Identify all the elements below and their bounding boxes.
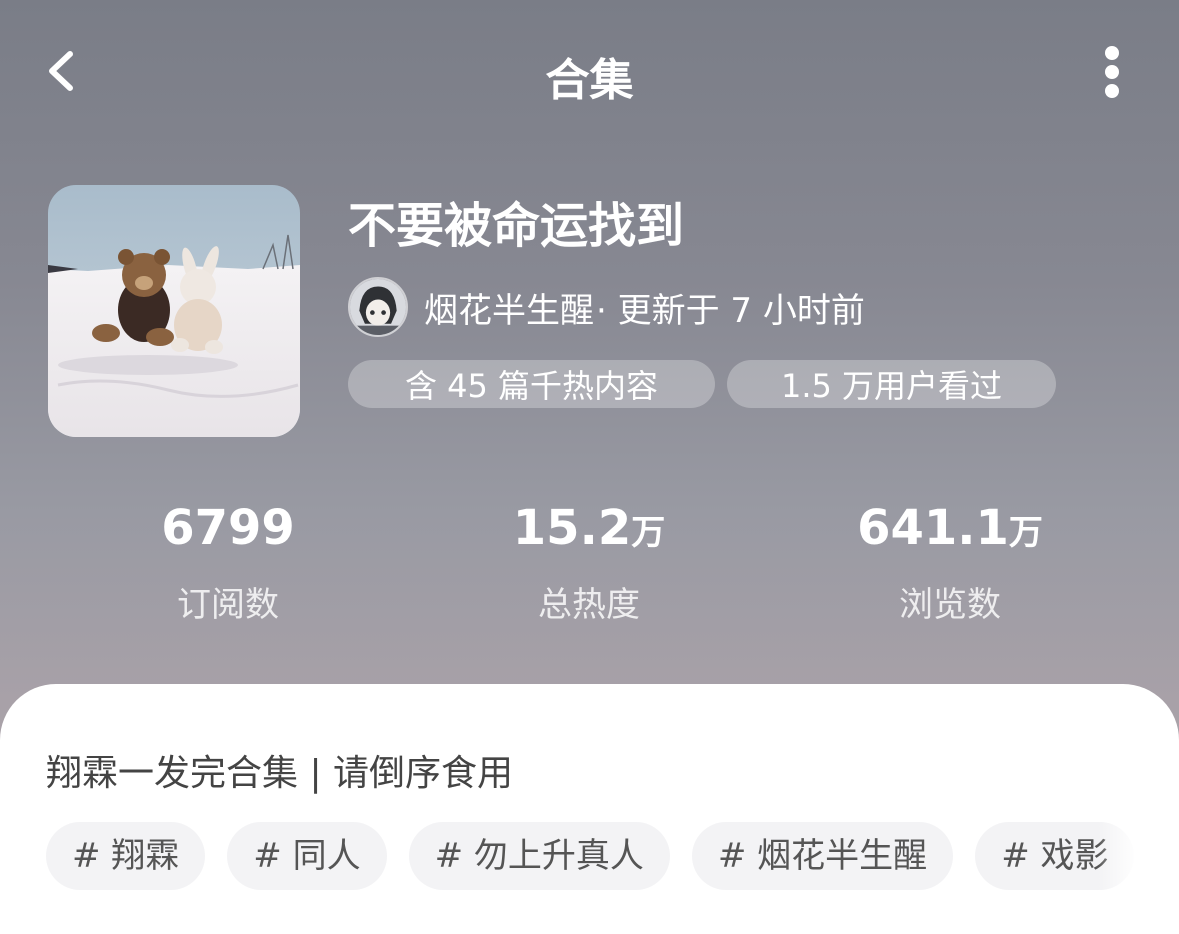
posts-count-badge: 含 45 篇千热内容 <box>348 360 715 408</box>
more-vertical-icon <box>1105 46 1119 60</box>
more-button[interactable] <box>1096 44 1130 100</box>
page-title: 合集 <box>545 55 634 106</box>
tag-chip[interactable]: # 翔霖 <box>46 822 206 890</box>
tag-list-fade <box>1098 822 1138 890</box>
more-dot <box>1105 84 1119 98</box>
heat-value: 15.2 <box>512 500 632 556</box>
stat-value: 15.2万 <box>429 498 749 563</box>
collection-title: 不要被命运找到 <box>348 198 685 254</box>
tag-chip[interactable]: # 勿上升真人 <box>408 822 670 890</box>
content-sheet <box>0 684 1179 934</box>
subscribers-value: 6799 <box>161 500 295 556</box>
tag-list: # 翔霖 # 同人 # 勿上升真人 # 烟花半生醒 # 戏影 <box>46 822 1138 890</box>
collection-cover-image[interactable] <box>48 185 300 437</box>
views-label: 浏览数 <box>899 585 1001 625</box>
stat-heat: 15.2万 总热度 <box>429 498 749 626</box>
collection-description: 翔霖一发完合集 | 请倒序食用 <box>46 753 514 794</box>
viewers-count-badge: 1.5 万用户看过 <box>727 360 1056 408</box>
heat-label: 总热度 <box>538 585 640 625</box>
stat-views: 641.1万 浏览数 <box>790 498 1110 626</box>
tag-chip[interactable]: # 同人 <box>227 822 387 890</box>
avatar[interactable] <box>348 277 408 337</box>
stat-subscribers: 6799 订阅数 <box>68 498 388 626</box>
top-bar: 合集 <box>0 0 1179 140</box>
views-value: 641.1 <box>857 500 1009 556</box>
subscribers-label: 订阅数 <box>177 585 279 625</box>
stat-value: 641.1万 <box>790 498 1110 563</box>
more-dot <box>1105 65 1119 79</box>
update-time: · 更新于 7 小时前 <box>596 290 865 331</box>
heat-unit: 万 <box>631 513 666 553</box>
tag-chip[interactable]: # 烟花半生醒 <box>691 822 954 890</box>
views-unit: 万 <box>1008 513 1043 553</box>
author-name[interactable]: 烟花半生醒 <box>424 283 594 332</box>
author-row[interactable]: 烟花半生醒 · 更新于 7 小时前 <box>348 276 865 338</box>
stat-value: 6799 <box>68 498 388 563</box>
